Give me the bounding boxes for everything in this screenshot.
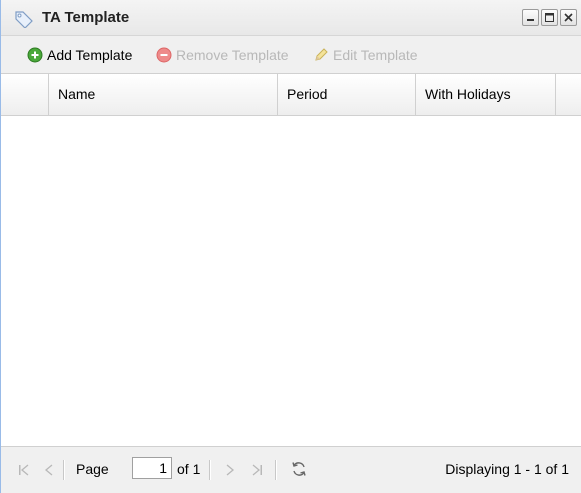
pager-separator <box>63 460 65 480</box>
pager-separator <box>275 460 277 480</box>
edit-template-button[interactable]: Edit Template <box>313 46 418 64</box>
toolbar: Add Template Remove Template Edit Templa… <box>1 36 581 74</box>
minimize-button[interactable] <box>522 9 539 26</box>
grid-header: Name Period With Holidays <box>1 74 581 116</box>
ta-template-window: TA Template Add Template Remove Template… <box>0 0 581 493</box>
tag-icon <box>14 10 34 29</box>
last-page-icon[interactable] <box>250 463 264 477</box>
maximize-button[interactable] <box>541 9 558 26</box>
edit-template-label: Edit Template <box>333 47 418 63</box>
window-titlebar[interactable]: TA Template <box>1 0 581 36</box>
next-page-icon[interactable] <box>223 463 237 477</box>
page-number-input[interactable] <box>132 457 172 479</box>
paging-toolbar: Page of 1 Displaying 1 - 1 of 1 <box>1 446 581 493</box>
refresh-icon[interactable] <box>290 460 308 478</box>
header-filler <box>556 74 581 115</box>
paging-status: Displaying 1 - 1 of 1 <box>445 461 569 477</box>
add-template-label: Add Template <box>47 47 133 63</box>
pager-separator <box>209 460 211 480</box>
previous-page-icon[interactable] <box>42 463 56 477</box>
edit-icon <box>315 48 328 61</box>
remove-template-label: Remove Template <box>176 47 289 63</box>
page-label: Page <box>76 461 109 477</box>
minimize-icon <box>527 19 534 21</box>
column-header-period[interactable]: Period <box>278 74 416 115</box>
close-icon <box>564 13 573 22</box>
remove-icon <box>156 47 172 63</box>
column-header-with-holidays[interactable]: With Holidays <box>416 74 556 115</box>
add-template-button[interactable]: Add Template <box>27 46 132 64</box>
grid-body[interactable] <box>1 116 581 446</box>
close-button[interactable] <box>560 9 577 26</box>
column-header-name[interactable]: Name <box>49 74 278 115</box>
add-icon <box>27 47 43 63</box>
first-page-icon[interactable] <box>17 463 31 477</box>
row-selector-header[interactable] <box>1 74 49 115</box>
remove-template-button[interactable]: Remove Template <box>156 46 289 64</box>
page-count-label: of 1 <box>177 461 201 477</box>
window-title: TA Template <box>42 9 130 26</box>
maximize-icon <box>545 13 554 22</box>
